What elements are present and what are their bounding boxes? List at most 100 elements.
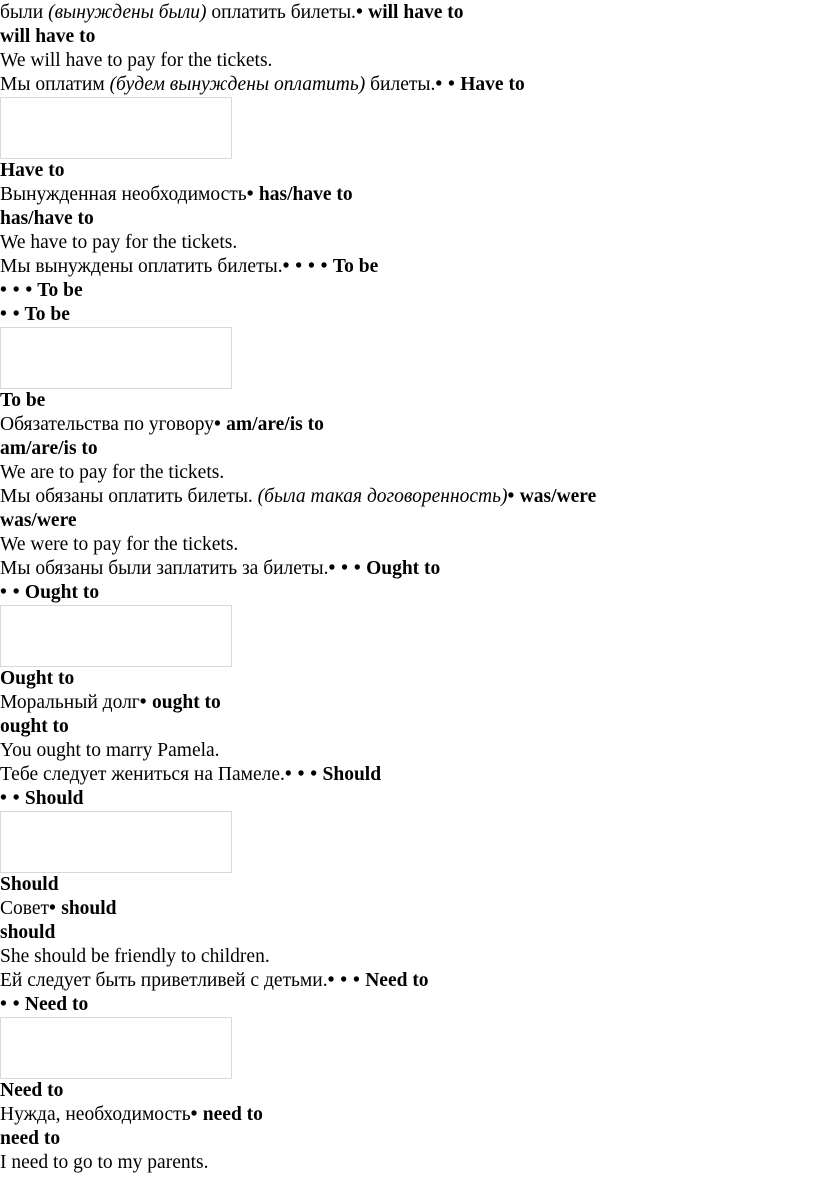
text-run: To be: [32, 280, 83, 301]
text-line: ought to: [0, 715, 816, 739]
text-line: should: [0, 921, 816, 945]
text-line: были (вынуждены были) оплатить билеты.• …: [0, 1, 816, 25]
text-line: am/are/is to: [0, 437, 816, 461]
text-run: will have to: [363, 2, 464, 23]
text-run: will have to: [0, 26, 96, 47]
text-run: We are to pay for the tickets.: [0, 462, 225, 483]
text-line: • • Should: [0, 787, 816, 811]
text-run: Моральный долг: [0, 692, 140, 713]
image-placeholder: [0, 605, 232, 667]
bullet-separator: • •: [435, 74, 456, 95]
text-run: Тебе следует жениться на Памеле.: [0, 764, 285, 785]
text-run: Вынужденная необходимость: [0, 184, 247, 205]
document-text-body: были (вынуждены были) оплатить билеты. • …: [0, 0, 816, 1175]
text-line: Вынужденная необходимость• has/have to: [0, 183, 816, 207]
text-run: I need to go to my parents.: [0, 1152, 209, 1173]
text-run: Have to: [455, 74, 525, 95]
text-run: am/are/is to: [0, 438, 98, 459]
text-run: We will have to pay for the tickets.: [0, 50, 273, 71]
text-run: Ought to: [0, 668, 75, 689]
text-line: will have to: [0, 25, 816, 49]
text-run: She should be friendly to children.: [0, 946, 270, 967]
bullet-separator: • •: [0, 304, 21, 325]
text-line: Совет• should: [0, 897, 816, 921]
text-run: (была такая договоренность): [257, 486, 508, 507]
bullet-separator: • •: [0, 788, 21, 809]
text-line: To be: [0, 389, 816, 413]
bullet-separator: •: [190, 1104, 198, 1125]
text-run: Обязательства по уговору: [0, 414, 214, 435]
text-run: should: [56, 898, 117, 919]
text-run: To be: [0, 390, 46, 411]
text-run: We were to pay for the tickets.: [0, 534, 239, 555]
text-run: Ought to: [20, 582, 100, 603]
text-line: Мы обязаны оплатить билеты. (была такая …: [0, 485, 816, 509]
text-run: We have to pay for the tickets.: [0, 232, 238, 253]
text-line: We were to pay for the tickets.: [0, 533, 816, 557]
text-run: To be: [20, 304, 70, 325]
text-line: Обязательства по уговору• am/are/is to: [0, 413, 816, 437]
text-run: Мы обязаны были заплатить за билеты.: [0, 558, 329, 579]
text-line: Ought to: [0, 667, 816, 691]
bullet-separator: •: [246, 184, 255, 205]
text-run: Should: [317, 764, 382, 785]
text-run: Need to: [0, 1080, 64, 1101]
text-run: Нужда, необходимость: [0, 1104, 191, 1125]
text-run: Мы обязаны оплатить билеты.: [0, 486, 258, 507]
text-line: Need to: [0, 1079, 816, 1103]
text-line: was/were: [0, 509, 816, 533]
text-line: • • • To be: [0, 279, 816, 303]
text-line: • • To be: [0, 303, 816, 327]
text-run: Ought to: [361, 558, 441, 579]
text-line: Have to: [0, 159, 816, 183]
image-placeholder: [0, 811, 232, 873]
text-line: need to: [0, 1127, 816, 1151]
text-line: Нужда, необходимость• need to: [0, 1103, 816, 1127]
text-run: были: [0, 2, 49, 23]
text-line: I need to go to my parents.: [0, 1151, 816, 1175]
text-run: билеты.: [365, 74, 436, 95]
text-run: Should: [20, 788, 84, 809]
document-page: были (вынуждены были) оплатить билеты. • …: [0, 0, 816, 1198]
text-run: (будем вынуждены оплатить): [109, 74, 366, 95]
text-run: am/are/is to: [221, 414, 324, 435]
bullet-separator: • •: [0, 582, 21, 603]
bullet-separator: • • •: [327, 970, 361, 991]
text-run: You ought to marry Pamela.: [0, 740, 220, 761]
text-run: ought to: [0, 716, 69, 737]
text-run: To be: [328, 256, 379, 277]
text-line: We are to pay for the tickets.: [0, 461, 816, 485]
text-run: was/were: [514, 486, 597, 507]
image-placeholder: [0, 97, 232, 159]
bullet-separator: • •: [0, 994, 21, 1015]
text-line: Мы вынуждены оплатить билеты.• • • • To …: [0, 255, 816, 279]
text-line: We will have to pay for the tickets.: [0, 49, 816, 73]
text-run: (вынуждены были): [48, 2, 207, 23]
bullet-separator: • • •: [284, 764, 318, 785]
text-run: Need to: [20, 994, 89, 1015]
text-line: Ей следует быть приветливей с детьми.• •…: [0, 969, 816, 993]
text-line: Мы обязаны были заплатить за билеты.• • …: [0, 557, 816, 581]
bullet-separator: • • • •: [282, 256, 329, 277]
bullet-separator: • • •: [328, 558, 362, 579]
text-run: has/have to: [254, 184, 353, 205]
text-run: Мы оплатим: [0, 74, 110, 95]
bullet-separator: •: [507, 486, 515, 507]
image-placeholder: [0, 327, 232, 389]
text-line: Мы оплатим (будем вынуждены оплатить) би…: [0, 73, 816, 97]
text-line: has/have to: [0, 207, 816, 231]
text-run: Should: [0, 874, 59, 895]
bullet-separator: • • •: [0, 280, 33, 301]
text-run: Ей следует быть приветливей с детьми.: [0, 970, 328, 991]
text-line: • • Need to: [0, 993, 816, 1017]
text-run: Need to: [360, 970, 429, 991]
text-line: • • Ought to: [0, 581, 816, 605]
text-run: need to: [0, 1128, 61, 1149]
text-line: Моральный долг• ought to: [0, 691, 816, 715]
text-run: Have to: [0, 160, 65, 181]
text-line: Should: [0, 873, 816, 897]
text-line: Тебе следует жениться на Памеле.• • • Sh…: [0, 763, 816, 787]
text-run: has/have to: [0, 208, 94, 229]
text-line: You ought to marry Pamela.: [0, 739, 816, 763]
text-run: should: [0, 922, 56, 943]
